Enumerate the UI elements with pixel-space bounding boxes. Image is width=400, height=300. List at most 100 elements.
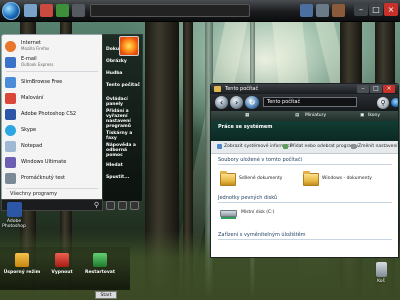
window-title: Tento počítač	[225, 86, 259, 92]
place-item[interactable]: Hledat	[106, 163, 144, 168]
place-item[interactable]: Hudba	[106, 71, 144, 76]
recycle-bin-label: Koš	[377, 279, 385, 284]
pinned-item-sub: Outlook Express	[21, 62, 54, 67]
restart-icon	[93, 253, 107, 267]
tray-icon-1[interactable]	[300, 4, 313, 17]
folder-icon[interactable]	[220, 171, 236, 186]
drive-label[interactable]: Místní disk (C:)	[241, 210, 274, 215]
restart-button[interactable]: Restartovat	[80, 253, 120, 275]
settings-command[interactable]: Změnit nastavení	[351, 144, 398, 149]
app-icon-2[interactable]	[40, 4, 53, 17]
recent-item[interactable]: Skype	[5, 123, 101, 137]
recent-item-name: Adobe Photoshop CS2	[21, 111, 77, 117]
power-dock: Úsporný režim Vypnout Restartovat	[0, 247, 130, 290]
pinned-item[interactable]: E-mail Outlook Express	[5, 55, 101, 69]
start-orb-icon[interactable]	[2, 2, 20, 20]
navigation-bar: ‹ › ↻ Tento počítač ⚲	[211, 94, 398, 111]
windows-documents-label[interactable]: Windows - dokumenty	[322, 176, 372, 181]
top-taskbar: – □ ×	[0, 0, 400, 22]
taskbar-search-input[interactable]	[90, 4, 250, 17]
layout-icon[interactable]: ▦	[245, 111, 249, 121]
place-item[interactable]: Tento počítač	[106, 83, 144, 88]
shared-documents-label[interactable]: Sdílené dokumenty	[239, 176, 282, 181]
recent-item[interactable]: Windows Ultimate	[5, 155, 101, 169]
maximize-icon[interactable]: □	[370, 85, 382, 93]
search-icon[interactable]: ⚲	[94, 202, 99, 209]
hard-drive-icon[interactable]	[220, 210, 237, 219]
power-icon[interactable]	[106, 201, 115, 210]
recent-item[interactable]: Promáčknutý test	[5, 171, 101, 185]
recent-item-name: Notepad	[21, 143, 43, 149]
place-item[interactable]: Obrázky	[106, 59, 144, 64]
forward-icon[interactable]: ›	[230, 96, 243, 109]
view-icon: ▤	[295, 113, 300, 118]
sleep-icon	[15, 253, 29, 267]
globe-icon[interactable]	[391, 98, 398, 107]
lock-icon[interactable]	[118, 201, 127, 210]
tasks-header: Práce se systémem	[211, 121, 398, 141]
tray-icon-2[interactable]	[316, 4, 329, 17]
divider	[6, 71, 98, 72]
tray-icon-3[interactable]	[332, 4, 345, 17]
dock-item-label: Úsporný režim	[3, 270, 41, 275]
maximize-icon[interactable]: □	[369, 3, 383, 16]
place-item[interactable]: Ovládací panely	[106, 97, 144, 107]
close-icon[interactable]: ×	[384, 3, 398, 16]
user-picture-icon[interactable]	[119, 36, 139, 56]
command-label: Přidat nebo odebrat programy	[290, 144, 359, 149]
windows-icon	[5, 156, 16, 168]
place-item[interactable]: Nápověda a odborná pomoc	[106, 143, 144, 158]
recent-item-name: Malování	[21, 95, 44, 101]
recent-item[interactable]: SlimBrowse Free	[5, 75, 101, 89]
recent-item[interactable]: Malování	[5, 91, 101, 105]
divider	[218, 164, 392, 165]
minimize-icon[interactable]: –	[357, 85, 369, 93]
recent-item[interactable]: Adobe Photoshop CS2	[5, 107, 101, 121]
icons-view-icon: ▣	[360, 113, 365, 118]
icons-button[interactable]: Ikony	[368, 111, 380, 121]
place-item[interactable]: Spustit...	[106, 175, 144, 180]
back-icon[interactable]: ‹	[215, 96, 228, 109]
recent-item[interactable]: Notepad	[5, 139, 101, 153]
address-bar[interactable]: Tento počítač	[263, 97, 357, 107]
arrow-icon[interactable]	[130, 201, 139, 210]
search-icon[interactable]: ⚲	[377, 97, 389, 109]
shutdown-button[interactable]: Vypnout	[42, 253, 82, 275]
recycle-bin-icon	[375, 262, 387, 277]
minimize-icon[interactable]: –	[354, 3, 368, 16]
notepad-icon	[5, 140, 16, 152]
programs-icon	[283, 144, 288, 149]
app-icon-4[interactable]	[72, 4, 85, 17]
power-icon	[55, 253, 69, 267]
pinned-item-sub: Mozilla Firefox	[21, 46, 50, 51]
place-item[interactable]: Přidání a vyřazení nastavení programů	[106, 109, 144, 129]
recent-item-name: Promáčknutý test	[21, 175, 65, 181]
start-button[interactable]: Start	[95, 291, 117, 299]
system-info-command[interactable]: Zobrazit systémové informace	[217, 144, 293, 149]
photoshop-icon	[6, 202, 22, 217]
recent-item-name: Skype	[21, 127, 37, 133]
settings-icon	[351, 144, 356, 149]
app-icon-3[interactable]	[56, 4, 69, 17]
skype-icon	[5, 124, 16, 136]
pinned-item[interactable]: Internet Mozilla Firefox	[5, 39, 101, 53]
window-titlebar[interactable]: Tento počítač – □ ×	[211, 84, 398, 94]
recent-item-name: Windows Ultimate	[21, 159, 67, 165]
refresh-icon[interactable]: ↻	[245, 96, 259, 109]
dock-item-label: Restartovat	[85, 270, 115, 275]
divider	[6, 188, 98, 189]
folder-icon	[214, 86, 221, 92]
all-programs-button[interactable]: Všechny programy	[6, 190, 100, 199]
desktop-icon-photoshop[interactable]: Adobe Photoshop	[2, 202, 26, 229]
folder-icon[interactable]	[303, 171, 319, 186]
start-menu: Internet Mozilla Firefox E-mail Outlook Ex…	[1, 24, 144, 211]
programs-command[interactable]: Přidat nebo odebrat programy	[283, 144, 358, 149]
recycle-bin[interactable]: Koš	[372, 262, 390, 284]
close-icon[interactable]: ×	[383, 85, 395, 93]
sleep-button[interactable]: Úsporný režim	[2, 253, 42, 275]
group-header: Jednotky pevných disků	[218, 195, 278, 201]
place-item[interactable]: Tiskárny a faxy	[106, 131, 144, 141]
desktop-icon-label: Adobe Photoshop	[2, 219, 26, 229]
app-icon-1[interactable]	[24, 4, 37, 17]
views-button[interactable]: Miniatury	[305, 111, 326, 121]
